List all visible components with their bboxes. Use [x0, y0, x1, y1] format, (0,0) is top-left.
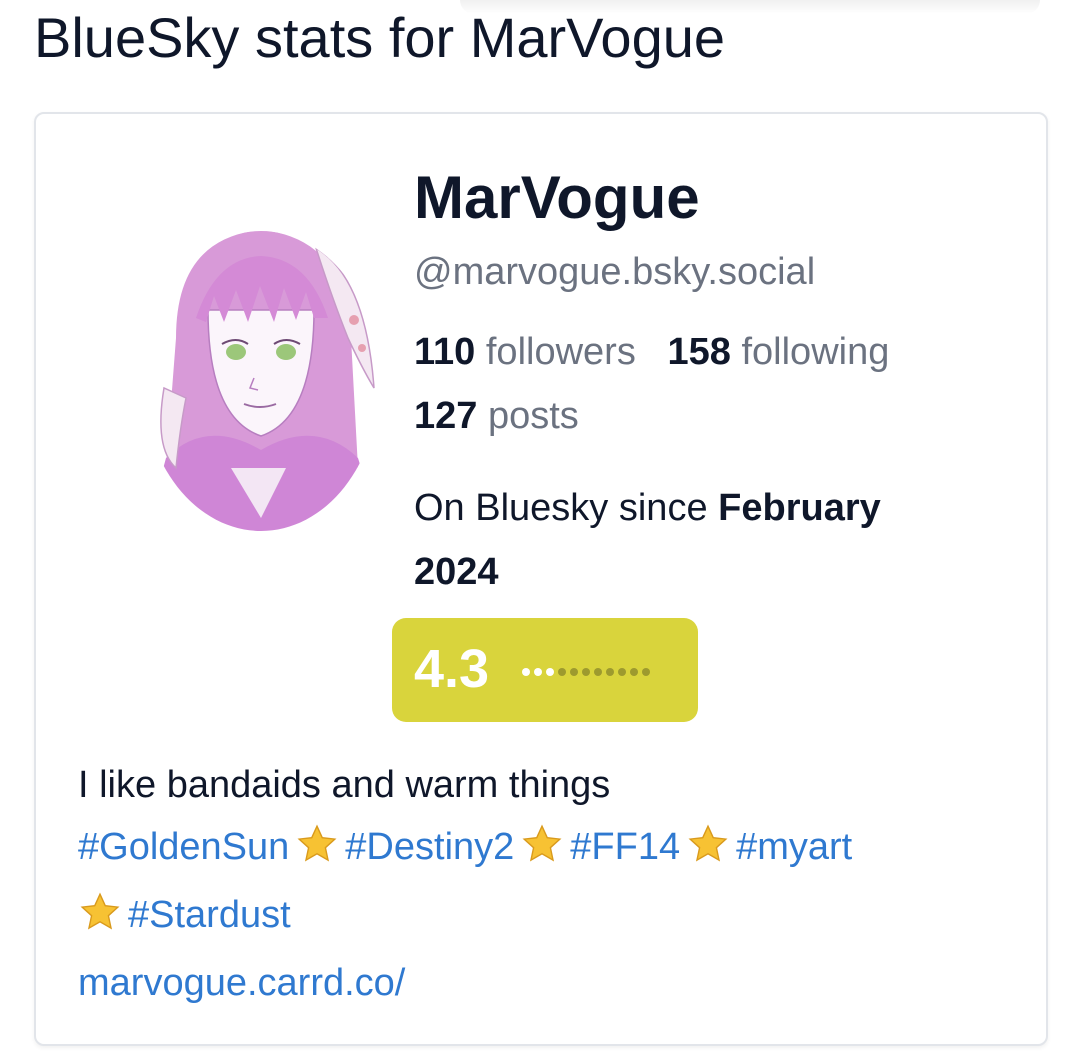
- score-dot-empty: [570, 668, 578, 676]
- score-dot-filled: [534, 668, 542, 676]
- avatar[interactable]: [136, 218, 386, 532]
- profile-card: MarVogue @marvogue.bsky.social 110 follo…: [34, 112, 1048, 1046]
- score-dot-empty: [582, 668, 590, 676]
- bio-tags-line-2: #Stardust: [78, 884, 1018, 952]
- profile-link[interactable]: marvogue.carrd.co/: [78, 952, 1018, 1014]
- star-icon: [295, 822, 339, 884]
- score-dot-filled: [546, 668, 554, 676]
- score-meter: [522, 668, 650, 676]
- score-dot-empty: [618, 668, 626, 676]
- star-icon: [78, 890, 122, 952]
- bio-tags-line-1: #GoldenSun #Destiny2 #FF14 #myart: [78, 816, 1018, 884]
- score-value: 4.3: [414, 639, 490, 699]
- score-dot-empty: [606, 668, 614, 676]
- hashtag-myart[interactable]: #myart: [736, 826, 852, 868]
- star-icon: [686, 822, 730, 884]
- posts-count: 127: [414, 395, 478, 437]
- hashtag-goldensun[interactable]: #GoldenSun: [78, 826, 289, 868]
- follow-stats: 110 followers 158 following: [414, 328, 889, 376]
- page-title: BlueSky stats for MarVogue: [34, 6, 726, 69]
- hashtag-ff14[interactable]: #FF14: [570, 826, 680, 868]
- score-dot-empty: [594, 668, 602, 676]
- score-dot-empty: [630, 668, 638, 676]
- score-dot-filled: [522, 668, 530, 676]
- star-icon: [520, 822, 564, 884]
- handle[interactable]: @marvogue.bsky.social: [414, 248, 815, 296]
- following-label: following: [741, 331, 890, 373]
- post-stats: 127 posts: [414, 392, 579, 440]
- since-prefix: On Bluesky since: [414, 487, 708, 529]
- member-since: On Bluesky since February 2024: [414, 476, 934, 604]
- followers-count: 110: [414, 331, 476, 373]
- followers-label: followers: [485, 331, 636, 373]
- hashtag-destiny2[interactable]: #Destiny2: [345, 826, 514, 868]
- posts-label: posts: [487, 395, 579, 437]
- score-dot-empty: [558, 668, 566, 676]
- bio-text: I like bandaids and warm things: [78, 764, 611, 806]
- score-badge[interactable]: 4.3: [392, 618, 698, 722]
- hashtag-stardust[interactable]: #Stardust: [128, 894, 291, 936]
- bio: I like bandaids and warm things #GoldenS…: [78, 754, 1018, 1014]
- display-name: MarVogue: [414, 164, 700, 231]
- score-dot-empty: [642, 668, 650, 676]
- following-count: 158: [667, 331, 731, 373]
